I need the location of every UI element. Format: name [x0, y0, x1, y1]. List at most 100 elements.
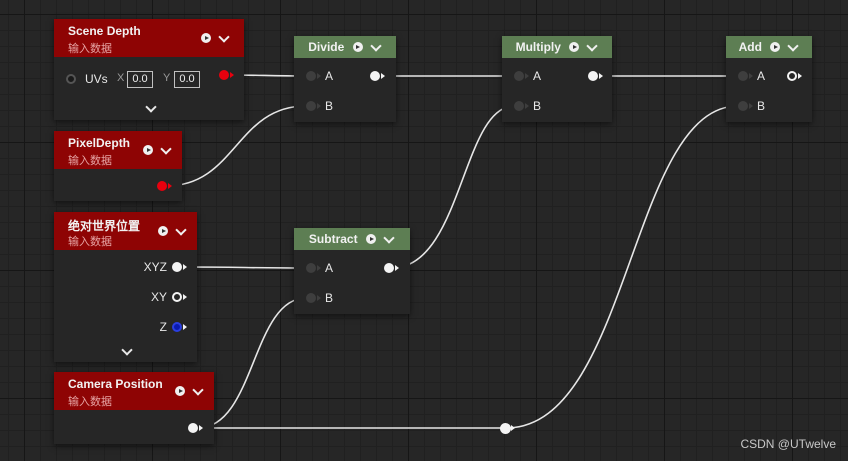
watermark: CSDN @UTwelve — [740, 437, 836, 451]
wire-reroute-to-add-b — [505, 105, 739, 429]
xyz-output-label: XYZ — [143, 260, 167, 274]
subtract-header[interactable]: Subtract — [294, 228, 410, 250]
z-output-label: Z — [159, 320, 167, 334]
node-title: Multiply — [515, 40, 561, 55]
reroute-node[interactable] — [500, 423, 511, 434]
preview-icon[interactable] — [158, 226, 168, 236]
node-title: Add — [738, 40, 762, 55]
chevron-down-icon[interactable] — [175, 223, 187, 236]
output-arrow-icon — [199, 425, 203, 431]
input-arrow-icon — [749, 103, 753, 109]
output-arrow-icon — [183, 294, 187, 300]
chevron-down-icon[interactable] — [218, 30, 230, 43]
output-arrow-icon — [395, 265, 399, 271]
input-arrow-icon — [317, 295, 321, 301]
pixel-depth-output-pin[interactable] — [157, 181, 167, 191]
add-input-a-pin[interactable] — [738, 71, 748, 81]
node-title: PixelDepth — [68, 136, 131, 150]
input-arrow-icon — [317, 265, 321, 271]
multiply-input-a-pin[interactable] — [514, 71, 524, 81]
output-arrow-icon — [183, 324, 187, 330]
subtract-input-b-pin[interactable] — [306, 293, 316, 303]
subtract-input-a-pin[interactable] — [306, 263, 316, 273]
camera-position-node[interactable]: Camera Position 输入数据 — [54, 372, 214, 444]
node-subtitle: 输入数据 — [68, 155, 112, 167]
preview-icon[interactable] — [352, 42, 363, 52]
add-node[interactable]: Add A B — [726, 36, 812, 122]
input-arrow-icon — [525, 73, 529, 79]
pixel-depth-header[interactable]: PixelDepth 输入数据 — [54, 131, 182, 169]
camera-position-header[interactable]: Camera Position 输入数据 — [54, 372, 214, 410]
preview-icon[interactable] — [175, 386, 185, 396]
node-title: Camera Position — [68, 377, 163, 391]
preview-icon[interactable] — [201, 33, 211, 43]
preview-icon[interactable] — [143, 145, 153, 155]
output-arrow-icon — [381, 73, 385, 79]
divide-input-b-pin[interactable] — [306, 101, 316, 111]
input-b-label: B — [533, 99, 542, 113]
add-input-b-pin[interactable] — [738, 101, 748, 111]
x-label: X — [117, 72, 125, 84]
input-a-label: A — [325, 261, 334, 275]
divide-output-pin[interactable] — [370, 71, 380, 81]
multiply-input-b-pin[interactable] — [514, 101, 524, 111]
scene-depth-header[interactable]: Scene Depth 输入数据 — [54, 19, 244, 57]
uvs-label: UVs — [85, 72, 108, 86]
xy-output-pin[interactable] — [172, 292, 182, 302]
input-arrow-icon — [317, 103, 321, 109]
scene-depth-output-pin[interactable] — [219, 70, 229, 80]
output-arrow-icon — [798, 73, 802, 79]
multiply-header[interactable]: Multiply — [502, 36, 612, 58]
uvs-input-pin[interactable] — [66, 74, 76, 84]
chevron-down-icon[interactable] — [383, 231, 395, 244]
z-output-pin[interactable] — [172, 322, 182, 332]
node-subtitle: 输入数据 — [68, 396, 112, 408]
input-a-label: A — [325, 69, 334, 83]
input-a-label: A — [757, 69, 766, 83]
divide-input-a-pin[interactable] — [306, 71, 316, 81]
output-arrow-icon — [230, 72, 234, 78]
y-value-field[interactable]: 0.0 — [174, 71, 200, 88]
scene-depth-node[interactable]: Scene Depth 输入数据 UVs X 0.0 Y 0.0 — [54, 19, 244, 120]
camera-position-output-pin[interactable] — [188, 423, 198, 433]
subtract-node[interactable]: Subtract A B — [294, 228, 410, 314]
expand-chevron-icon[interactable] — [121, 344, 133, 356]
divide-header[interactable]: Divide — [294, 36, 396, 58]
output-arrow-icon — [168, 183, 172, 189]
x-value-field[interactable]: 0.0 — [127, 71, 153, 88]
expand-chevron-icon[interactable] — [145, 101, 157, 113]
xyz-output-pin[interactable] — [172, 262, 182, 272]
output-arrow-icon — [183, 264, 187, 270]
add-output-pin[interactable] — [787, 71, 797, 81]
subtract-output-pin[interactable] — [384, 263, 394, 273]
divide-node[interactable]: Divide A B — [294, 36, 396, 122]
multiply-output-pin[interactable] — [588, 71, 598, 81]
absolute-world-position-node[interactable]: 绝对世界位置 输入数据 XYZ XY Z — [54, 212, 197, 362]
node-title: Divide — [308, 40, 345, 55]
pixel-depth-node[interactable]: PixelDepth 输入数据 — [54, 131, 182, 201]
node-subtitle: 输入数据 — [68, 43, 112, 55]
wire-camera-to-subtract-b — [197, 297, 307, 429]
input-arrow-icon — [749, 73, 753, 79]
node-subtitle: 输入数据 — [68, 236, 112, 248]
chevron-down-icon[interactable] — [370, 39, 382, 52]
chevron-down-icon[interactable] — [586, 39, 599, 52]
preview-icon[interactable] — [366, 234, 377, 244]
absolute-world-position-header[interactable]: 绝对世界位置 输入数据 — [54, 212, 197, 250]
chevron-down-icon[interactable] — [192, 383, 204, 396]
preview-icon[interactable] — [569, 42, 580, 52]
preview-icon[interactable] — [770, 42, 781, 52]
node-title: Scene Depth — [68, 24, 141, 38]
chevron-down-icon[interactable] — [787, 39, 800, 52]
input-b-label: B — [325, 291, 334, 305]
multiply-node[interactable]: Multiply A B — [502, 36, 612, 122]
y-label: Y — [163, 72, 171, 84]
node-title: Subtract — [308, 232, 358, 247]
input-arrow-icon — [525, 103, 529, 109]
chevron-down-icon[interactable] — [160, 142, 172, 155]
wire-subtract-to-multiply-b — [391, 105, 515, 269]
add-header[interactable]: Add — [726, 36, 812, 58]
xy-output-label: XY — [150, 290, 167, 304]
reroute-arrow-icon — [511, 425, 515, 431]
output-arrow-icon — [599, 73, 603, 79]
